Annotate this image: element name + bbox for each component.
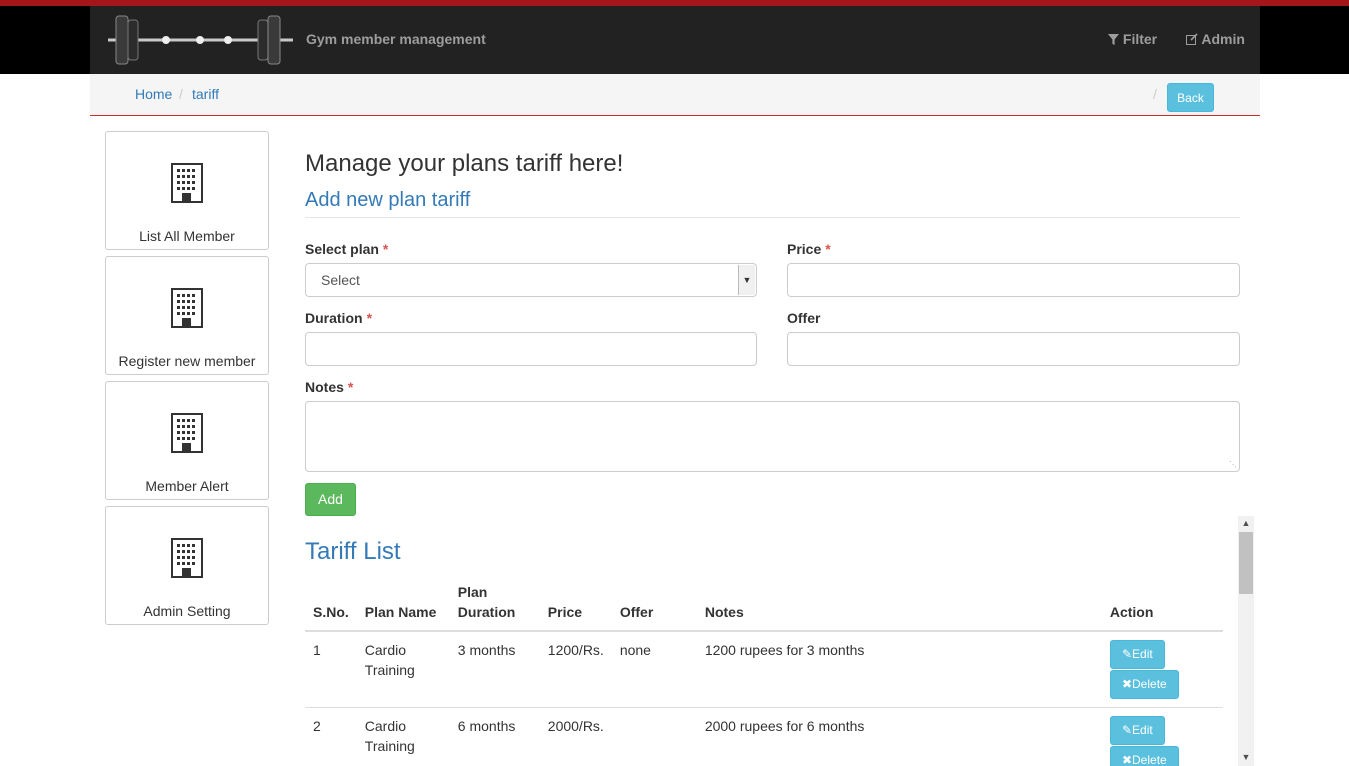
tariff-table: S.No. Plan Name Plan Duration Price Offer…: [305, 582, 1223, 766]
delete-button[interactable]: ✖Delete: [1109, 670, 1179, 699]
cell-notes: 2000 rupees for 6 months: [696, 707, 1102, 766]
barbell-logo[interactable]: [98, 10, 298, 70]
column-header-notes: Notes: [696, 582, 1102, 632]
column-header-plan-duration: Plan Duration: [449, 582, 540, 632]
edit-button[interactable]: ✎Edit: [1109, 640, 1165, 669]
column-header-offer: Offer: [611, 582, 697, 632]
cell-price: 2000/Rs.: [539, 707, 612, 766]
offer-field-label: Offer: [787, 310, 821, 326]
edit-icon: [1186, 33, 1198, 45]
sidebar-item-label: Register new member: [118, 353, 256, 369]
sidebar-item-label: List All Member: [139, 228, 235, 244]
notes-field-label: Notes *: [305, 379, 354, 395]
duration-field-label: Duration *: [305, 310, 373, 326]
page-title: Manage your plans tariff here!: [305, 150, 624, 177]
table-row: 1 Cardio Training 3 months 1200/Rs. none …: [305, 631, 1223, 708]
pencil-icon: ✎: [1121, 647, 1133, 661]
sidebar-item-label: Member Alert: [145, 478, 229, 494]
breadcrumb-separator: /: [1153, 86, 1157, 102]
plan-select-value: Select: [321, 272, 360, 288]
building-icon: [171, 163, 203, 203]
cell-offer: none: [611, 631, 697, 708]
plan-select[interactable]: Select ▼: [305, 263, 757, 297]
required-marker: *: [366, 310, 373, 326]
scroll-up-arrow-icon[interactable]: ▲: [1238, 518, 1254, 528]
column-header-sno: S.No.: [305, 582, 357, 632]
sidebar-item-register-new-member[interactable]: Register new member: [105, 256, 269, 375]
column-header-plan-name: Plan Name: [356, 582, 450, 632]
building-icon: [171, 413, 203, 453]
sidebar-item-member-alert[interactable]: Member Alert: [105, 381, 269, 500]
tariff-list-title: Tariff List: [305, 538, 401, 565]
admin-link[interactable]: Admin: [1186, 31, 1245, 47]
cell-price: 1200/Rs.: [539, 631, 612, 708]
section-subtitle: Add new plan tariff: [305, 189, 471, 211]
cell-plan-name: Cardio Training: [356, 631, 450, 708]
cell-offer: [611, 707, 697, 766]
notes-textarea[interactable]: ⋱: [305, 401, 1240, 472]
delete-button[interactable]: ✖Delete: [1109, 746, 1179, 766]
sidebar-item-list-all-member[interactable]: List All Member: [105, 131, 269, 250]
resize-grip-icon[interactable]: ⋱: [1229, 460, 1237, 469]
back-button[interactable]: Back: [1167, 83, 1214, 112]
column-header-action: Action: [1101, 582, 1223, 632]
cell-notes: 1200 rupees for 3 months: [696, 631, 1102, 708]
building-icon: [171, 288, 203, 328]
scroll-down-arrow-icon[interactable]: ▼: [1238, 752, 1254, 762]
cell-duration: 3 months: [449, 631, 540, 708]
filter-label: Filter: [1122, 31, 1158, 47]
chevron-down-icon: ▼: [738, 265, 755, 295]
cell-sno: 2: [305, 707, 357, 766]
cell-plan-name: Cardio Training: [356, 707, 450, 766]
close-icon: ✖: [1121, 753, 1133, 766]
edit-button[interactable]: ✎Edit: [1109, 716, 1165, 745]
breadcrumb-current[interactable]: tariff: [192, 86, 219, 102]
breadcrumb-home-link[interactable]: Home: [135, 86, 172, 102]
pencil-icon: ✎: [1121, 723, 1133, 737]
cell-duration: 6 months: [449, 707, 540, 766]
required-marker: *: [347, 379, 354, 395]
brand-title[interactable]: Gym member management: [306, 31, 486, 47]
cell-action: ✎Edit ✖Delete: [1101, 631, 1223, 708]
table-row: 2 Cardio Training 6 months 2000/Rs. 2000 …: [305, 707, 1223, 766]
tariff-list-panel[interactable]: Tariff List S.No. Plan Name Plan Duration…: [305, 516, 1255, 766]
sidebar-item-admin-setting[interactable]: Admin Setting: [105, 506, 269, 625]
breadcrumb-separator: /: [179, 86, 183, 102]
table-header-row: S.No. Plan Name Plan Duration Price Offer…: [305, 582, 1223, 632]
duration-input[interactable]: [305, 332, 757, 366]
scrollbar-thumb[interactable]: [1239, 532, 1253, 594]
cell-action: ✎Edit ✖Delete: [1101, 707, 1223, 766]
offer-input[interactable]: [787, 332, 1240, 366]
admin-label: Admin: [1201, 31, 1245, 47]
sidebar-item-label: Admin Setting: [143, 603, 231, 619]
filter-link[interactable]: Filter: [1108, 31, 1157, 47]
price-input[interactable]: [787, 263, 1240, 297]
close-icon: ✖: [1121, 677, 1133, 691]
filter-icon: [1108, 34, 1119, 45]
divider: [305, 217, 1240, 218]
breadcrumb: Home / tariff / Back: [90, 74, 1260, 116]
required-marker: *: [382, 241, 389, 257]
plan-field-label: Select plan *: [305, 241, 389, 257]
navbar: Gym member management Filter Admin: [90, 6, 1260, 74]
add-button[interactable]: Add: [305, 483, 356, 516]
building-icon: [171, 538, 203, 578]
cell-sno: 1: [305, 631, 357, 708]
required-marker: *: [825, 241, 831, 257]
column-header-price: Price: [539, 582, 612, 632]
price-field-label: Price *: [787, 241, 831, 257]
